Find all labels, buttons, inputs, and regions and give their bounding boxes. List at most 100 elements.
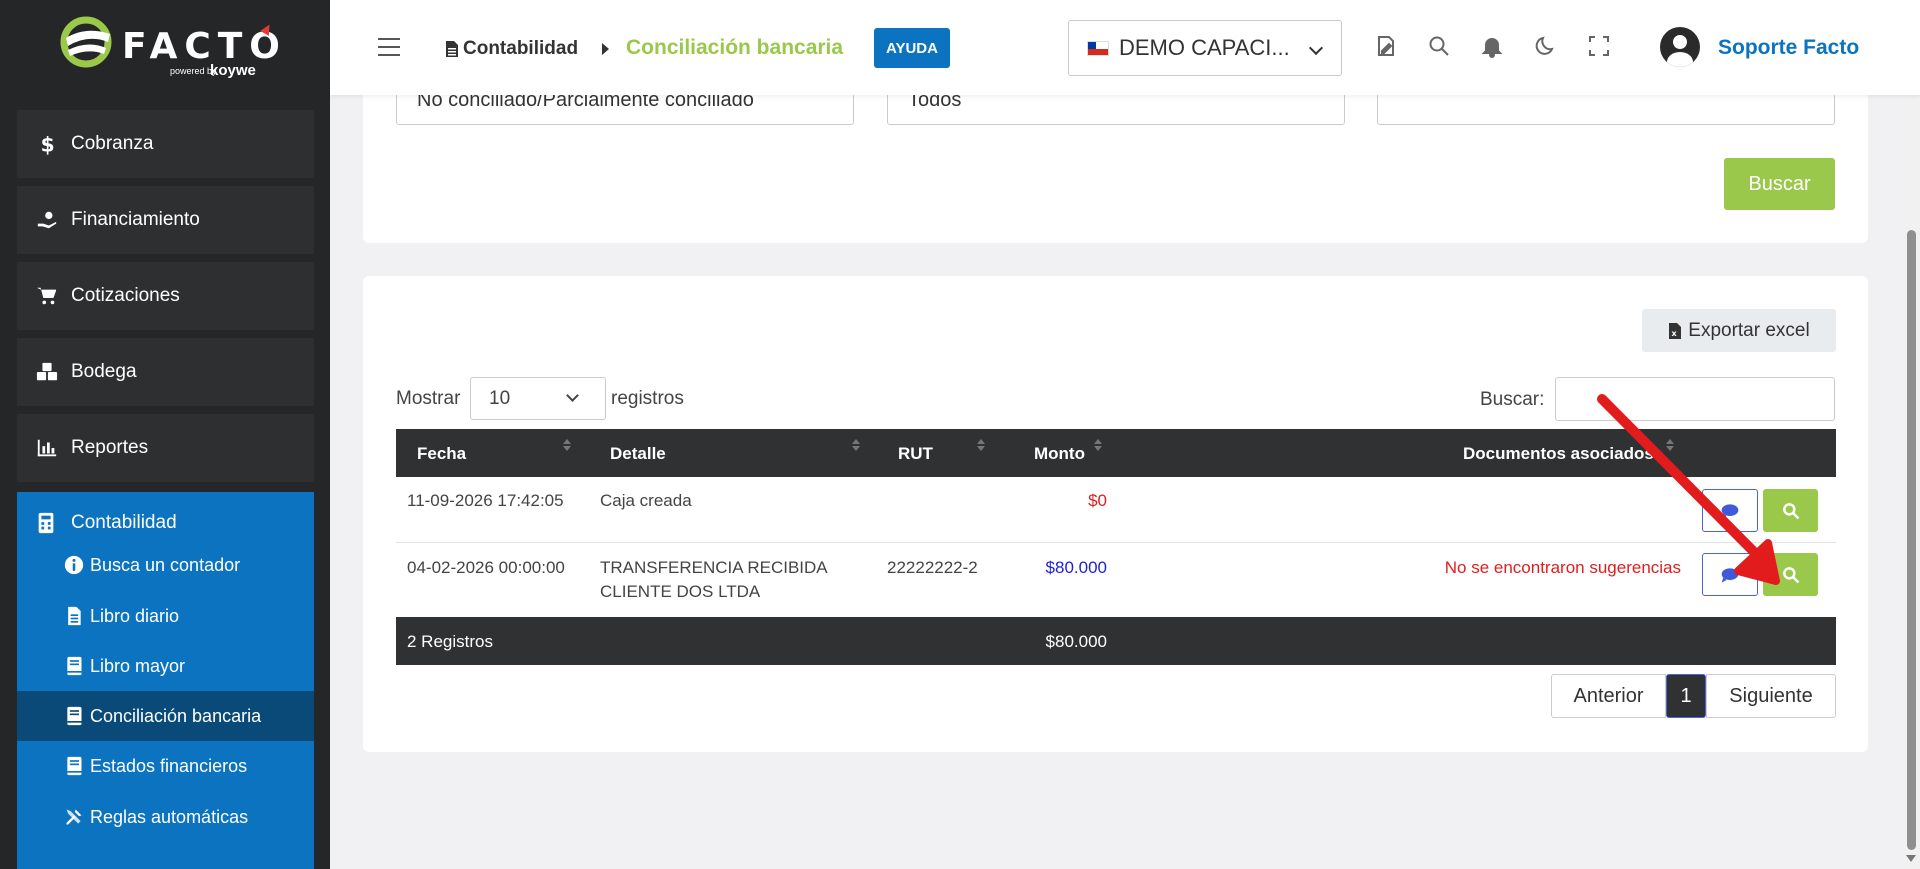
hand-money-icon (35, 208, 59, 232)
sidebar-item-label: Bodega (71, 361, 137, 382)
user-name[interactable]: Soporte Facto (1718, 36, 1859, 60)
svg-text:x: x (1672, 329, 1678, 338)
column-header-documentos[interactable]: Documentos asociados (1463, 444, 1654, 464)
search-suggestions-button[interactable] (1763, 489, 1818, 532)
records-label: registros (611, 388, 684, 409)
hamburger-menu-icon[interactable] (378, 38, 400, 62)
comment-button[interactable] (1702, 489, 1758, 532)
top-header: Contabilidad Conciliación bancaria AYUDA… (330, 0, 1920, 95)
breadcrumb-caret-icon (602, 43, 609, 55)
cell-fecha: 04-02-2026 00:00:00 (407, 558, 565, 577)
page-size-select[interactable]: 10 (470, 377, 606, 420)
sidebar-subitem-libro-diario[interactable]: Libro diario (17, 591, 314, 641)
sidebar-group-contabilidad: Contabilidad Busca un contador Libro dia… (17, 492, 314, 869)
cell-fecha: 11-09-2026 17:42:05 (407, 491, 564, 510)
file-icon (68, 606, 81, 626)
sidebar-subitem-label: Estados financieros (90, 755, 248, 776)
pagination-next[interactable]: Siguiente (1706, 674, 1836, 718)
cart-icon (35, 284, 59, 308)
export-label: Exportar excel (1688, 319, 1810, 341)
column-header-detalle[interactable]: Detalle (610, 444, 666, 464)
file-icon (446, 41, 458, 57)
scrollbar-thumb[interactable] (1907, 230, 1916, 850)
svg-text:$: $ (41, 133, 55, 155)
dollar-icon: $ (35, 132, 59, 156)
sidebar-subitem-conciliacion-bancaria[interactable]: Conciliación bancaria (17, 691, 314, 741)
sidebar-item-bodega[interactable]: Bodega (17, 338, 314, 406)
help-button[interactable]: AYUDA (874, 28, 950, 68)
sidebar-item-cotizaciones[interactable]: Cotizaciones (17, 262, 314, 330)
sidebar-subitem-reglas-automaticas[interactable]: Reglas automáticas (17, 792, 314, 842)
book-icon (67, 756, 82, 776)
company-select[interactable]: DEMO CAPACI... (1068, 20, 1342, 76)
comment-icon (1721, 567, 1739, 582)
tools-icon (66, 809, 82, 825)
magnifier-icon (1782, 566, 1799, 583)
cell-documentos: No se encontraron sugerencias (1444, 558, 1681, 577)
company-name: DEMO CAPACI... (1119, 35, 1290, 60)
column-header-monto[interactable]: Monto (1034, 444, 1085, 464)
results-card: x Exportar excel Mostrar 10 registros Bu… (363, 276, 1868, 752)
sidebar-item-reportes[interactable]: Reportes (17, 414, 314, 482)
signature-icon[interactable] (1374, 34, 1400, 60)
moon-icon[interactable] (1533, 34, 1559, 60)
sidebar-subitem-busca-contador[interactable]: Busca un contador (17, 540, 314, 590)
cell-detalle: TRANSFERENCIA RECIBIDA (600, 558, 828, 577)
show-label: Mostrar (396, 388, 461, 409)
facto-logo-icon (60, 16, 112, 68)
page-size-value: 10 (489, 387, 511, 409)
table-search-label: Buscar: (1480, 389, 1545, 410)
table-row: 11-09-2026 17:42:05 Caja creada $0 (396, 477, 1836, 543)
sidebar-subitem-libro-mayor[interactable]: Libro mayor (17, 641, 314, 691)
scroll-down-arrow-icon[interactable] (1906, 855, 1916, 862)
avatar[interactable] (1660, 27, 1700, 67)
bell-icon[interactable] (1480, 34, 1506, 60)
bar-chart-icon (35, 436, 59, 460)
sidebar-subitem-estados-financieros[interactable]: Estados financieros (17, 741, 314, 791)
sidebar-item-label: Cobranza (71, 133, 154, 154)
column-header-rut[interactable]: RUT (898, 444, 933, 464)
page-title: Conciliación bancaria (626, 36, 844, 59)
cell-rut: 22222222-2 (887, 558, 978, 577)
search-button[interactable]: Buscar (1724, 158, 1835, 210)
chile-flag-icon (1087, 40, 1109, 56)
sidebar-subitem-label: Busca un contador (90, 554, 241, 575)
search-icon[interactable] (1427, 34, 1453, 60)
sidebar: FACTO powered by koywe $ Cobranza Financ… (0, 0, 330, 869)
cell-detalle: Caja creada (600, 491, 692, 510)
table-search-input[interactable] (1555, 377, 1835, 421)
chevron-down-icon (1308, 40, 1324, 56)
sidebar-subitem-label: Libro diario (90, 605, 180, 626)
export-excel-button[interactable]: x Exportar excel (1642, 309, 1836, 352)
chevron-down-icon (566, 389, 579, 402)
sidebar-item-label: Contabilidad (71, 512, 177, 533)
cell-monto: $80.000 (1045, 558, 1107, 577)
fullscreen-icon[interactable] (1587, 34, 1613, 60)
breadcrumb-parent[interactable]: Contabilidad (463, 38, 578, 60)
sidebar-subitem-label: Conciliación bancaria (90, 705, 262, 726)
sidebar-item-cobranza[interactable]: $ Cobranza (17, 110, 314, 178)
column-header-fecha[interactable]: Fecha (417, 444, 466, 464)
cell-monto: $0 (1088, 491, 1107, 510)
magnifier-icon (1782, 502, 1799, 519)
table-row: 04-02-2026 00:00:00 TRANSFERENCIA RECIBI… (396, 543, 1836, 617)
pagination-previous[interactable]: Anterior (1551, 674, 1666, 718)
sidebar-item-label: Financiamiento (71, 209, 200, 230)
boxes-icon (35, 360, 59, 384)
sort-icon (563, 439, 571, 451)
logo[interactable]: FACTO powered by koywe (0, 0, 330, 95)
comment-button[interactable] (1702, 553, 1758, 596)
book-icon (67, 656, 82, 676)
footer-count: 2 Registros (407, 632, 493, 651)
pagination-page-1[interactable]: 1 (1666, 674, 1706, 718)
book-icon (67, 706, 82, 726)
cell-detalle-line2: CLIENTE DOS LTDA (600, 582, 761, 601)
calculator-icon (38, 512, 54, 534)
sidebar-item-label: Reportes (71, 437, 149, 458)
brand-partner: koywe (210, 62, 256, 79)
excel-file-icon: x (1669, 322, 1682, 339)
footer-total: $80.000 (1045, 632, 1107, 651)
search-suggestions-button[interactable] (1763, 553, 1818, 596)
sidebar-item-financiamiento[interactable]: Financiamiento (17, 186, 314, 254)
comment-icon (1721, 503, 1739, 518)
